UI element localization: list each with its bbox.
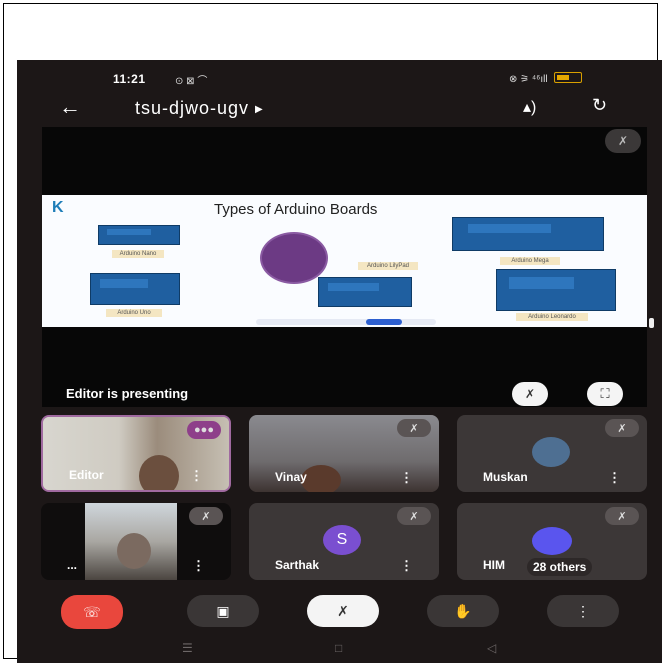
arduino-mega-image — [452, 217, 604, 251]
fullscreen-icon[interactable]: ⛶ — [587, 382, 623, 406]
signal-icons: ⊗ ⚞ ⁴⁶ıll — [509, 74, 548, 85]
slide-footer-bar — [256, 319, 436, 325]
mic-off-icon: ✗ — [337, 602, 349, 619]
android-nav-bar: ☰ □ ◁ — [17, 638, 662, 663]
mic-off-icon: ✗ — [189, 507, 223, 525]
participant-name: ... — [67, 558, 78, 572]
slide-label: Arduino Nano — [112, 250, 164, 258]
back-icon[interactable]: ◁ — [487, 641, 496, 655]
more-options-icon[interactable]: ⋮ — [190, 468, 203, 484]
unpin-icon[interactable]: ✗ — [512, 382, 548, 406]
participant-tile[interactable]: ✗ Muskan ⋮ — [457, 415, 647, 492]
participant-avatar: S — [323, 525, 361, 555]
phone-end-icon: ☏ — [83, 603, 101, 620]
slide-label: Arduino LilyPad — [358, 262, 418, 270]
arduino-uno-image — [90, 273, 180, 305]
more-options-button[interactable]: ⋮ — [547, 595, 619, 627]
presentation-stage[interactable]: ✗ K Types of Arduino Boards Arduino Nano… — [42, 127, 647, 407]
participant-face — [301, 465, 341, 492]
back-arrow-icon[interactable]: ← — [59, 94, 81, 120]
home-icon[interactable]: □ — [335, 641, 342, 655]
status-bar: 11:21 ⊙ ⊠ ⌒ ⊗ ⚞ ⁴⁶ıll — [17, 66, 662, 92]
participant-tile[interactable]: ✗ ... ⋮ — [41, 503, 231, 580]
slide-label: Arduino Leonardo — [516, 313, 588, 321]
scrollbar[interactable] — [649, 318, 654, 328]
switch-camera-icon[interactable]: ↻ — [592, 95, 607, 116]
mic-off-icon: ✗ — [605, 507, 639, 525]
participant-name: Vinay — [275, 470, 307, 484]
presenting-label: Editor is presenting — [66, 386, 189, 401]
speaking-indicator-icon: ●●● — [187, 421, 221, 439]
participant-name: Editor — [69, 468, 104, 482]
phone-screen: 11:21 ⊙ ⊠ ⌒ ⊗ ⚞ ⁴⁶ıll ← tsu-djwo-ugv ▶ ▴)… — [17, 60, 662, 663]
arduino-leonardo-image — [496, 269, 616, 311]
camera-icon: ▣ — [216, 602, 230, 619]
speaker-icon[interactable]: ▴) — [523, 97, 536, 117]
arduino-board-image — [318, 277, 412, 307]
more-options-icon[interactable]: ⋮ — [400, 558, 413, 574]
arduino-nano-image — [98, 225, 180, 245]
slide-label: Arduino Mega — [500, 257, 560, 265]
mic-off-icon: ✗ — [605, 419, 639, 437]
participant-tile[interactable]: ✗ HIM 28 others — [457, 503, 647, 580]
participant-tile[interactable]: ●●● Editor ⋮ — [41, 415, 231, 492]
more-icon: ⋮ — [576, 602, 590, 619]
more-options-icon[interactable]: ⋮ — [192, 558, 205, 574]
meeting-top-bar: ← tsu-djwo-ugv ▶ ▴) ↻ — [17, 92, 662, 126]
meeting-code-text: tsu-djwo-ugv — [135, 98, 250, 118]
system-icons: ⊗ ⚞ ⁴⁶ıll — [509, 71, 583, 85]
battery-icon — [554, 72, 583, 83]
more-options-icon[interactable]: ⋮ — [608, 470, 621, 486]
mic-off-icon: ✗ — [397, 507, 431, 525]
expand-triangle-icon: ▶ — [255, 103, 264, 115]
call-controls: ☏ ▣ ✗ ✋ ⋮ — [17, 585, 662, 637]
recents-icon[interactable]: ☰ — [182, 641, 193, 655]
participant-photo — [532, 437, 570, 467]
participant-face — [117, 533, 151, 569]
participant-name: Sarthak — [275, 558, 320, 572]
meeting-code[interactable]: tsu-djwo-ugv ▶ — [135, 98, 264, 119]
slide-label: Arduino Uno — [106, 309, 162, 317]
participant-tile[interactable]: ✗ Vinay ⋮ — [249, 415, 439, 492]
participant-tile[interactable]: S ✗ Sarthak ⋮ — [249, 503, 439, 580]
camera-toggle-button[interactable]: ▣ — [187, 595, 259, 627]
presenter-mic-off-icon: ✗ — [605, 129, 641, 153]
participant-name: HIM — [483, 558, 505, 572]
raise-hand-button[interactable]: ✋ — [427, 595, 499, 627]
notification-icons: ⊙ ⊠ ⌒ — [175, 76, 208, 87]
presentation-slide: K Types of Arduino Boards Arduino Nano A… — [42, 195, 647, 327]
participant-avatar — [532, 527, 572, 555]
raise-hand-icon: ✋ — [454, 602, 472, 619]
status-time: 11:21 — [113, 72, 146, 86]
others-count-badge[interactable]: 28 others — [527, 558, 593, 576]
end-call-button[interactable]: ☏ — [61, 595, 123, 629]
slide-title: Types of Arduino Boards — [214, 201, 378, 218]
slide-logo: K — [52, 199, 64, 216]
mic-toggle-button[interactable]: ✗ — [307, 595, 379, 627]
participant-face — [139, 455, 179, 490]
mic-off-icon: ✗ — [397, 419, 431, 437]
more-options-icon[interactable]: ⋮ — [400, 470, 413, 486]
participant-name: Muskan — [483, 470, 528, 484]
